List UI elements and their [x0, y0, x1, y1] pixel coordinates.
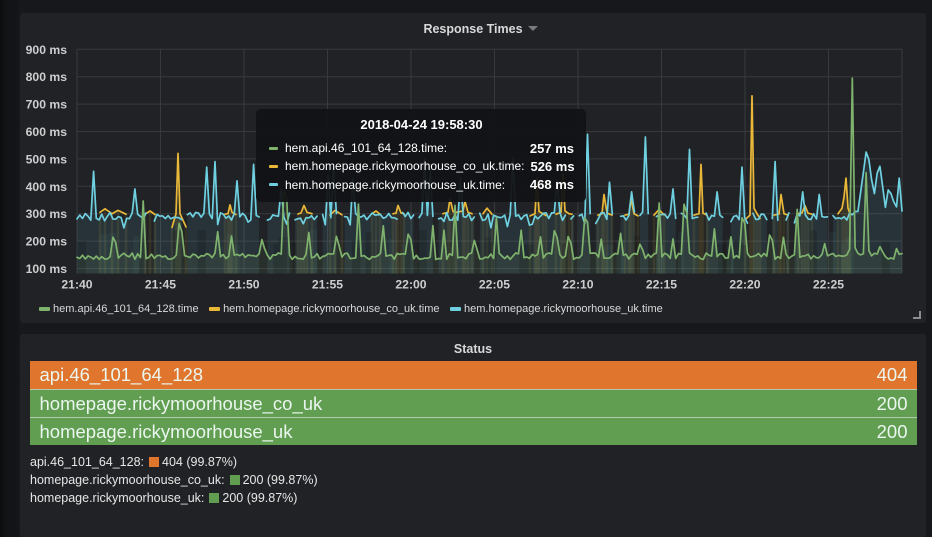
- svg-text:21:55: 21:55: [312, 278, 343, 292]
- svg-text:400 ms: 400 ms: [26, 180, 68, 194]
- svg-text:100 ms: 100 ms: [26, 262, 68, 276]
- svg-text:200 ms: 200 ms: [26, 235, 68, 249]
- svg-text:22:10: 22:10: [562, 278, 593, 292]
- svg-text:300 ms: 300 ms: [26, 207, 68, 221]
- svg-text:22:20: 22:20: [729, 278, 760, 292]
- svg-text:600 ms: 600 ms: [26, 125, 68, 139]
- svg-text:500 ms: 500 ms: [26, 152, 68, 166]
- svg-text:22:25: 22:25: [813, 278, 844, 292]
- svg-text:700 ms: 700 ms: [26, 98, 68, 112]
- svg-text:21:40: 21:40: [61, 278, 92, 292]
- svg-text:21:50: 21:50: [228, 278, 259, 292]
- svg-text:21:45: 21:45: [145, 278, 176, 292]
- svg-text:900 ms: 900 ms: [26, 43, 68, 57]
- svg-text:800 ms: 800 ms: [26, 70, 68, 84]
- svg-text:22:15: 22:15: [646, 278, 677, 292]
- svg-text:22:05: 22:05: [479, 278, 510, 292]
- svg-text:22:00: 22:00: [395, 278, 426, 292]
